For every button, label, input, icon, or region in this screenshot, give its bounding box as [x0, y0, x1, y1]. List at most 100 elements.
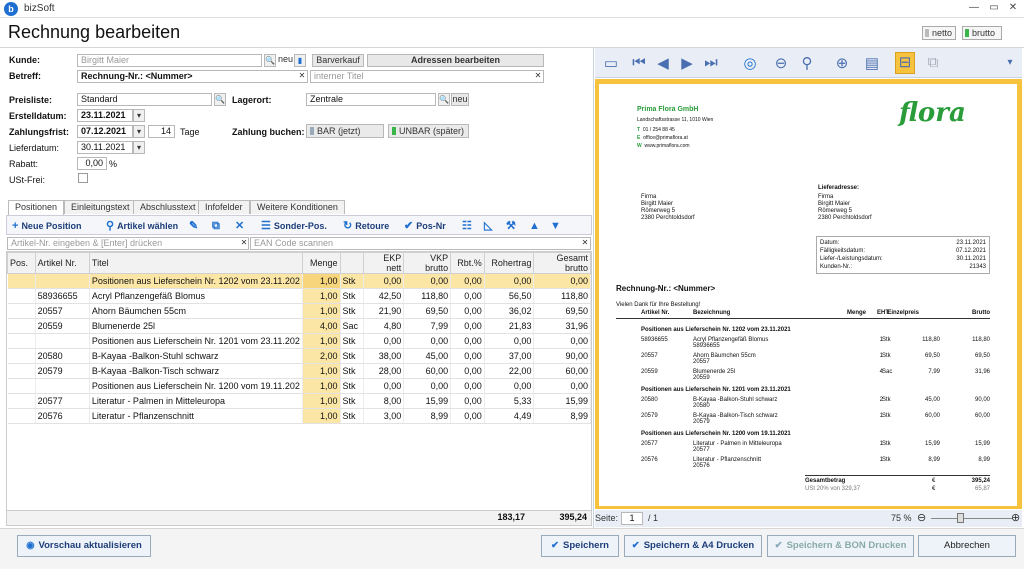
cell-vkp[interactable]: 118,80 — [403, 288, 452, 304]
ruler-button[interactable]: ◺ — [484, 219, 495, 233]
cell-pos[interactable] — [7, 333, 36, 349]
tab-positionen[interactable]: Positionen — [8, 200, 65, 215]
cell-titel[interactable]: Acryl Pflanzengefäß Blomus — [89, 288, 303, 304]
zoom-out-icon[interactable]: ⊖ — [771, 54, 791, 72]
cell-einh[interactable]: Stk — [340, 393, 365, 409]
multi-page-icon[interactable]: ⧉ — [923, 54, 943, 71]
cell-ges[interactable]: 0,00 — [533, 333, 591, 349]
neue-position-button[interactable]: + Neue Position — [12, 219, 81, 233]
group-button[interactable]: ☷ — [462, 219, 475, 233]
table-row[interactable]: 20557 Ahorn Bäumchen 55cm 1,00 Stk 21,90 69,5… — [7, 303, 591, 319]
preisliste-input[interactable]: Standard — [77, 93, 212, 106]
cell-titel[interactable]: Literatur - Palmen in Mitteleuropa — [89, 393, 303, 409]
tools-button[interactable]: ⚒ — [506, 219, 519, 233]
table-row[interactable]: 20577 Literatur - Palmen in Mitteleuropa 1… — [7, 393, 591, 409]
column-header[interactable]: Artikel Nr. — [34, 252, 90, 274]
cell-roh[interactable]: 36,02 — [484, 303, 535, 319]
cell-pos[interactable] — [7, 408, 36, 424]
tage-input[interactable]: 14 — [148, 125, 175, 138]
cell-nr[interactable]: 20580 — [35, 348, 90, 364]
table-row[interactable]: Positionen aus Lieferschein Nr. 1202 vom… — [7, 273, 591, 289]
cell-ges[interactable]: 31,96 — [533, 318, 591, 334]
maximize-icon[interactable]: ▭ — [986, 2, 1002, 13]
cell-vkp[interactable]: 8,99 — [403, 408, 452, 424]
cell-ekp[interactable]: 0,00 — [363, 273, 405, 289]
cell-roh[interactable]: 22,00 — [484, 363, 535, 379]
search-icon[interactable]: 🔍 — [214, 93, 226, 106]
speichern-a4-button[interactable]: ✔ Speichern & A4 Drucken — [624, 535, 762, 557]
cell-ges[interactable]: 69,50 — [533, 303, 591, 319]
cell-einh[interactable]: Sac — [340, 318, 365, 334]
cell-ges[interactable]: 15,99 — [533, 393, 591, 409]
cell-ges[interactable]: 0,00 — [533, 273, 591, 289]
splitter[interactable] — [593, 48, 594, 528]
column-header[interactable]: EKP nett — [363, 252, 405, 274]
cell-rbt[interactable]: 0,00 — [450, 273, 485, 289]
kunde-input[interactable]: Birgitt Maier — [77, 54, 262, 67]
clear-icon[interactable]: ✕ — [579, 237, 591, 250]
adressen-bearbeiten-button[interactable]: Adressen bearbeiten — [367, 54, 544, 67]
cell-roh[interactable]: 4,49 — [484, 408, 535, 424]
sonder-pos-button[interactable]: ☰ Sonder-Pos. — [261, 219, 327, 233]
cell-menge[interactable]: 1,00 — [302, 378, 341, 394]
cell-titel[interactable]: Literatur - Pflanzenschnitt — [89, 408, 303, 424]
chevron-down-icon[interactable]: ▾ — [133, 109, 145, 122]
cell-menge[interactable]: 1,00 — [302, 288, 341, 304]
table-row[interactable]: 20576 Literatur - Pflanzenschnitt 1,00 Stk 3… — [7, 408, 591, 424]
search-icon[interactable]: 🔍 — [264, 54, 276, 67]
page-view-icon[interactable]: ⊟ — [895, 52, 915, 74]
cell-nr[interactable]: 20559 — [35, 318, 90, 334]
column-header[interactable]: Titel — [88, 252, 303, 274]
barverkauf-button[interactable]: Barverkauf — [312, 54, 364, 67]
cell-ekp[interactable]: 21,90 — [363, 303, 405, 319]
delete-button[interactable]: ✕ — [235, 219, 247, 233]
artikel-search-input[interactable]: Artikel-Nr. eingeben & [Enter] drücken — [7, 237, 249, 250]
cell-rbt[interactable]: 0,00 — [450, 348, 485, 364]
tab-einleitungstext[interactable]: Einleitungstext — [64, 200, 137, 214]
clear-icon[interactable]: ✕ — [238, 237, 250, 250]
cell-nr[interactable] — [35, 378, 90, 394]
cell-titel[interactable]: Positionen aus Lieferschein Nr. 1200 vom… — [89, 378, 303, 394]
cell-ges[interactable]: 90,00 — [533, 348, 591, 364]
cell-titel[interactable]: B-Kayaa -Balkon-Tisch schwarz — [89, 363, 303, 379]
zoom-in-icon[interactable]: ⊕ — [832, 54, 852, 72]
cell-pos[interactable] — [7, 393, 36, 409]
cell-ges[interactable]: 118,80 — [533, 288, 591, 304]
column-header[interactable]: Pos. — [7, 252, 36, 274]
bar-jetzt-button[interactable]: BAR (jetzt) — [306, 124, 384, 138]
interner-titel-input[interactable]: interner Titel — [310, 70, 544, 83]
cell-einh[interactable]: Stk — [340, 378, 365, 394]
cell-ges[interactable]: 8,99 — [533, 408, 591, 424]
cell-nr[interactable]: 58936655 — [35, 288, 90, 304]
column-header[interactable]: Rohertrag — [483, 252, 535, 274]
prev-page-icon[interactable]: ◀ — [653, 54, 673, 72]
cell-roh[interactable]: 5,33 — [484, 393, 535, 409]
speichern-bon-button[interactable]: ✔ Speichern & BON Drucken — [767, 535, 914, 557]
cell-pos[interactable] — [7, 288, 36, 304]
first-page-icon[interactable]: ⏮ — [629, 54, 649, 71]
cell-einh[interactable]: Stk — [340, 288, 365, 304]
cell-rbt[interactable]: 0,00 — [450, 333, 485, 349]
move-up-button[interactable]: ▲ — [529, 219, 543, 233]
cell-ekp[interactable]: 3,00 — [363, 408, 405, 424]
cell-pos[interactable] — [7, 273, 36, 289]
select-tool-icon[interactable]: ▭ — [601, 54, 621, 72]
clear-icon[interactable]: ✕ — [532, 70, 544, 83]
lagerort-neu-button[interactable]: neu — [451, 93, 469, 106]
tab-weitere-konditionen[interactable]: Weitere Konditionen — [250, 200, 345, 214]
ean-search-input[interactable]: EAN Code scannen — [250, 237, 591, 250]
cell-titel[interactable]: Positionen aus Lieferschein Nr. 1202 vom… — [89, 273, 303, 289]
pos-nr-button[interactable]: ✔ Pos-Nr — [404, 219, 446, 233]
cell-titel[interactable]: B-Kayaa -Balkon-Stuhl schwarz — [89, 348, 303, 364]
cell-nr[interactable]: 20576 — [35, 408, 90, 424]
next-page-icon[interactable]: ▶ — [677, 54, 697, 72]
table-row[interactable]: 58936655 Acryl Pflanzengefäß Blomus 1,00 St… — [7, 288, 591, 304]
table-row[interactable]: Positionen aus Lieferschein Nr. 1201 vom… — [7, 333, 591, 349]
cell-ekp[interactable]: 28,00 — [363, 363, 405, 379]
column-header[interactable]: Gesamt brutto — [533, 252, 591, 274]
brutto-toggle[interactable]: brutto — [962, 26, 1002, 40]
cell-einh[interactable]: Stk — [340, 363, 365, 379]
cell-rbt[interactable]: 0,00 — [450, 408, 485, 424]
cell-vkp[interactable]: 0,00 — [403, 378, 452, 394]
zoom-in-icon[interactable]: ⊕ — [1011, 511, 1020, 524]
